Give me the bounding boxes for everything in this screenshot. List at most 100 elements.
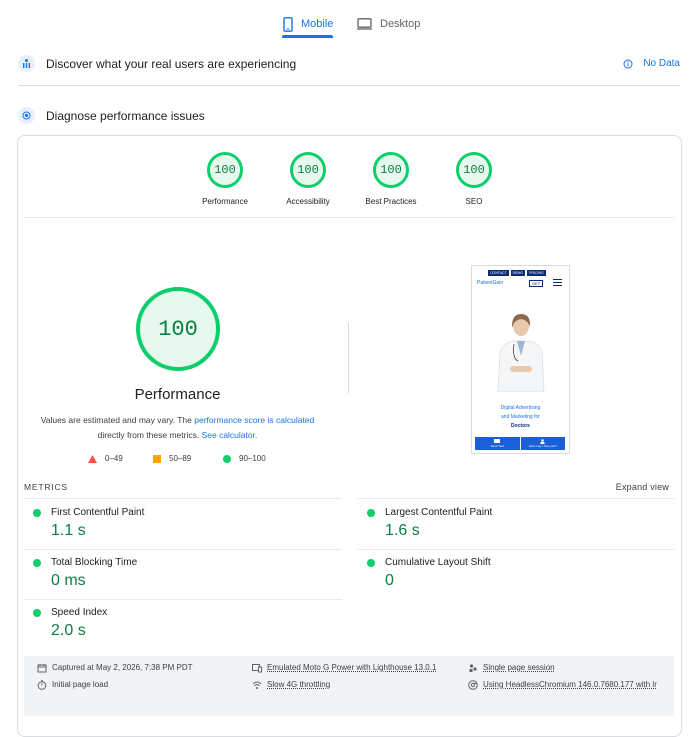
devices-icon xyxy=(252,664,262,673)
category-gauge-accessibility[interactable]: 100 Accessibility xyxy=(273,152,343,206)
score-circle: 100 xyxy=(290,152,326,188)
doctor-image xyxy=(497,314,545,392)
category-gauge-seo[interactable]: 100 SEO xyxy=(439,152,509,206)
category-gauge-performance[interactable]: 100 Performance xyxy=(190,152,260,206)
metrics-heading: METRICS xyxy=(24,482,68,492)
metric-value: 0 xyxy=(385,572,394,589)
metric-value: 0 ms xyxy=(51,572,86,589)
divider xyxy=(358,498,674,499)
browser-version[interactable]: Using HeadlessChromium 146.0.7680.177 wi… xyxy=(468,677,668,693)
pass-circle-icon xyxy=(33,508,41,517)
square-icon xyxy=(153,454,161,463)
category-gauge-best-practices[interactable]: 100 Best Practices xyxy=(356,152,426,206)
users-icon xyxy=(18,55,35,72)
legend-range: 50–89 xyxy=(169,454,192,463)
lab-icon xyxy=(18,107,35,124)
caption-line: Digital Advertising xyxy=(500,405,541,411)
initial-page-load: Initial page load xyxy=(37,677,108,693)
thumbnail-nav-item: CONTACT xyxy=(488,270,509,276)
field-data-title: Discover what your real users are experi… xyxy=(46,56,297,71)
score-circle: 100 xyxy=(207,152,243,188)
desktop-icon xyxy=(357,18,372,30)
divider xyxy=(358,549,674,550)
legend-average: 50–89 xyxy=(153,454,191,463)
smartphone-icon xyxy=(283,16,293,32)
note-text: directly from these metrics. xyxy=(97,430,202,440)
thumbnail-get-button: GET xyxy=(529,280,544,287)
metric-name: Speed Index xyxy=(51,607,108,618)
wifi-icon xyxy=(252,681,262,689)
emulated-device[interactable]: Emulated Moto G Power with Lighthouse 13… xyxy=(252,660,436,676)
thumbnail-caption: Digital Advertising and Marketing for Do… xyxy=(472,404,569,431)
divider xyxy=(24,549,342,550)
thumbnail-nav-item: PRICING xyxy=(527,270,546,276)
see-calculator-link[interactable]: See calculator. xyxy=(202,430,258,440)
expand-view-toggle[interactable]: Expand view xyxy=(616,482,669,492)
metric-name: Cumulative Layout Shift xyxy=(385,557,491,568)
category-label: Best Practices xyxy=(365,197,417,206)
thumbnail-nav-item: DEMO xyxy=(510,270,526,276)
captured-at-label: Captured at May 2, 2026, 7:38 PM PDT xyxy=(52,663,193,672)
metric-largest-contentful-paint: Largest Contentful Paint 1.6 s xyxy=(367,507,677,540)
thumbnail-nav: CONTACT DEMO PRICING xyxy=(488,270,546,276)
performance-note: Values are estimated and may vary. The p… xyxy=(40,413,315,443)
action-label: How may I help you? xyxy=(528,444,557,448)
category-label: SEO xyxy=(465,197,483,206)
pass-circle-icon xyxy=(367,558,375,567)
tab-desktop[interactable]: Desktop xyxy=(357,10,420,38)
no-data-label: No Data xyxy=(643,58,680,69)
metric-total-blocking-time: Total Blocking Time 0 ms xyxy=(33,557,343,590)
info-icon xyxy=(623,59,633,68)
category-label: Performance xyxy=(202,197,248,206)
calendar-icon xyxy=(37,664,47,673)
people-icon xyxy=(469,664,477,672)
field-data-status[interactable]: No Data xyxy=(623,58,680,69)
divider xyxy=(24,599,342,600)
page-screenshot-thumbnail[interactable]: CONTACT DEMO PRICING PatientGain GET Dig… xyxy=(471,265,570,454)
initial-load-label: Initial page load xyxy=(52,680,109,689)
performance-score-gauge: 100 xyxy=(136,287,220,371)
diagnose-title: Diagnose performance issues xyxy=(46,108,205,123)
metric-speed-index: Speed Index 2.0 s xyxy=(33,607,343,640)
tab-mobile[interactable]: Mobile xyxy=(283,10,333,38)
divider xyxy=(18,85,680,86)
thumbnail-action-text: Send Text xyxy=(475,437,521,450)
thumbnail-logo: PatientGain xyxy=(477,280,504,286)
legend-range: 90–100 xyxy=(239,454,266,463)
active-tab-indicator xyxy=(282,35,333,38)
session-label: Single page session xyxy=(483,663,555,672)
metric-name: Total Blocking Time xyxy=(51,557,138,568)
thumbnail-action-help: How may I help you? xyxy=(521,437,566,450)
divider xyxy=(24,498,342,499)
pass-circle-icon xyxy=(33,558,41,567)
metric-value: 1.6 s xyxy=(385,522,420,539)
divider xyxy=(348,323,349,393)
pass-circle-icon xyxy=(33,608,41,617)
metric-value: 2.0 s xyxy=(51,622,86,639)
caption-line: and Marketing for xyxy=(501,414,540,420)
captured-at: Captured at May 2, 2026, 7:38 PM PDT xyxy=(37,660,193,676)
thumbnail-action-bar: Send Text How may I help you? xyxy=(475,437,566,450)
performance-score-link[interactable]: performance score is calculated xyxy=(194,415,314,425)
action-label: Send Text xyxy=(490,444,504,448)
diagnose-section: Diagnose performance issues xyxy=(18,107,680,124)
network-throttling[interactable]: Slow 4G throttling xyxy=(252,677,330,693)
chrome-icon xyxy=(468,680,478,690)
metric-first-contentful-paint: First Contentful Paint 1.1 s xyxy=(33,507,343,540)
single-page-session[interactable]: Single page session xyxy=(468,660,555,676)
triangle-icon xyxy=(88,454,97,463)
tab-mobile-label: Mobile xyxy=(301,18,334,30)
browser-label: Using HeadlessChromium 146.0.7680.177 wi… xyxy=(483,680,657,689)
caption-line: Doctors xyxy=(511,423,530,429)
score-circle: 100 xyxy=(373,152,409,188)
performance-title: Performance xyxy=(134,386,221,403)
hamburger-menu-icon xyxy=(553,279,562,287)
legend-range: 0–49 xyxy=(105,454,123,463)
score-circle: 100 xyxy=(456,152,492,188)
device-label: Emulated Moto G Power with Lighthouse 13… xyxy=(267,663,437,672)
pass-circle-icon xyxy=(367,508,375,517)
divider xyxy=(24,217,674,218)
tab-desktop-label: Desktop xyxy=(380,18,421,30)
metric-cumulative-layout-shift: Cumulative Layout Shift 0 xyxy=(367,557,677,590)
timer-icon xyxy=(37,680,47,690)
